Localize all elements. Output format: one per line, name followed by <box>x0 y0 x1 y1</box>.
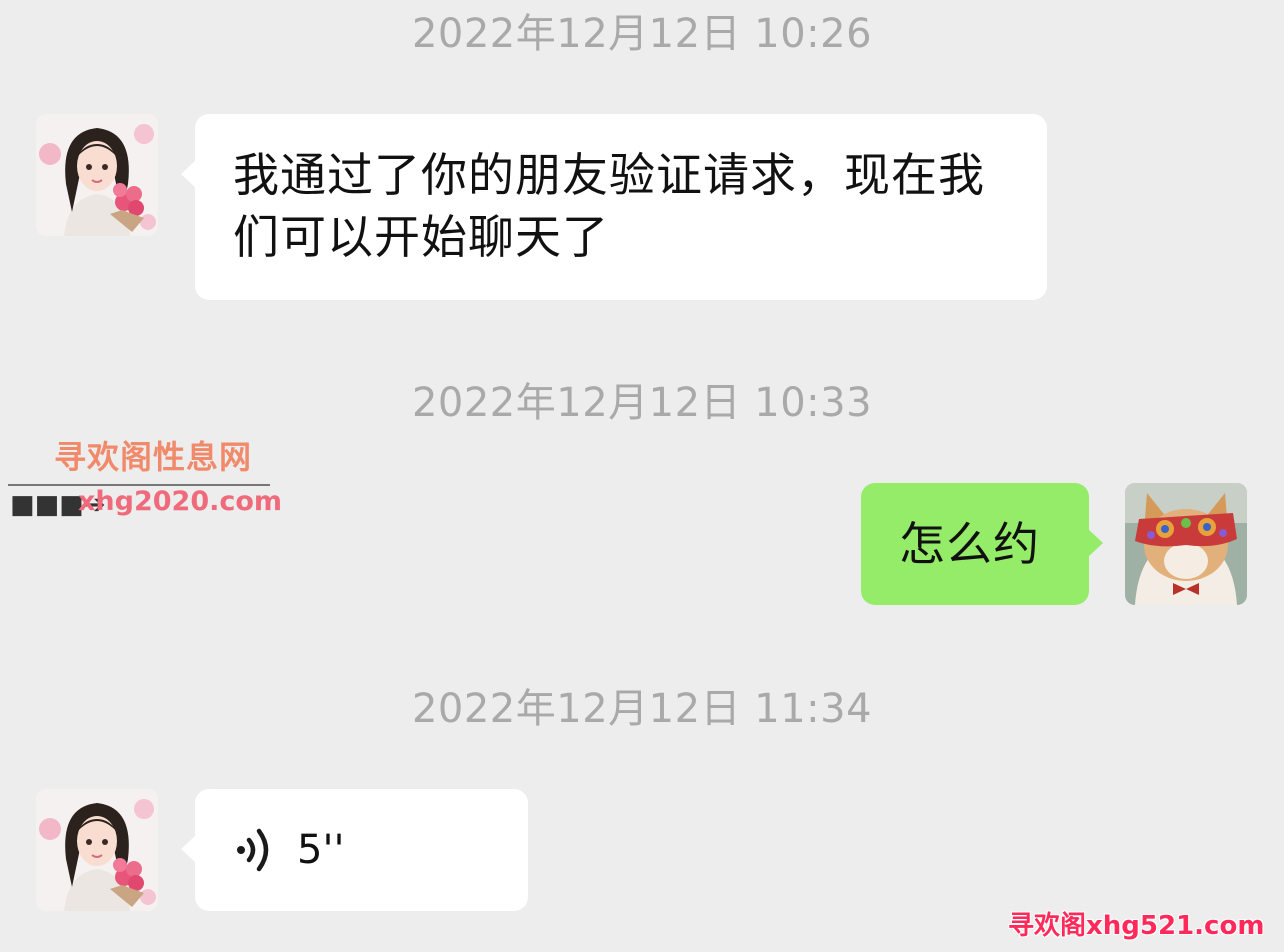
voice-row: 5'' <box>235 789 344 911</box>
timestamp-1: 2022年12月12日 10:26 <box>411 11 873 57</box>
voice-wave-icon <box>237 828 269 872</box>
message-text: 我通过了你的朋友验证请求，现在我们可以开始聊天了 <box>233 148 985 264</box>
cat-with-mask-avatar-icon <box>1125 483 1247 605</box>
girl-with-flowers-avatar-icon <box>36 114 158 236</box>
timestamp-2: 2022年12月12日 10:33 <box>411 380 873 426</box>
voice-duration: 5'' <box>297 827 345 873</box>
contact-avatar[interactable] <box>36 114 158 236</box>
message-text: 怎么约 <box>899 517 1040 571</box>
incoming-voice-message[interactable]: 5'' <box>181 789 528 911</box>
timestamp-3: 2022年12月12日 11:34 <box>411 686 873 732</box>
incoming-message-bubble[interactable]: 我通过了你的朋友验证请求，现在我们可以开始聊天了 <box>181 114 1047 300</box>
watermark-site-url: xhg2020.com <box>78 486 283 517</box>
bubble-tail <box>181 835 196 863</box>
contact-avatar[interactable] <box>36 789 158 911</box>
watermark-corner: 寻欢阁xhg521.com <box>1008 911 1265 941</box>
watermark-site-name: 寻欢阁性息网 <box>54 438 253 476</box>
girl-with-flowers-avatar-icon <box>36 789 158 911</box>
my-avatar[interactable] <box>1125 483 1247 605</box>
outgoing-message-bubble[interactable]: 怎么约 <box>861 483 1103 605</box>
bubble-tail <box>1088 529 1103 557</box>
bubble-tail <box>181 160 196 188</box>
watermark-site: 寻欢阁性息网 ■■■➔ xhg2020.com <box>8 430 282 520</box>
